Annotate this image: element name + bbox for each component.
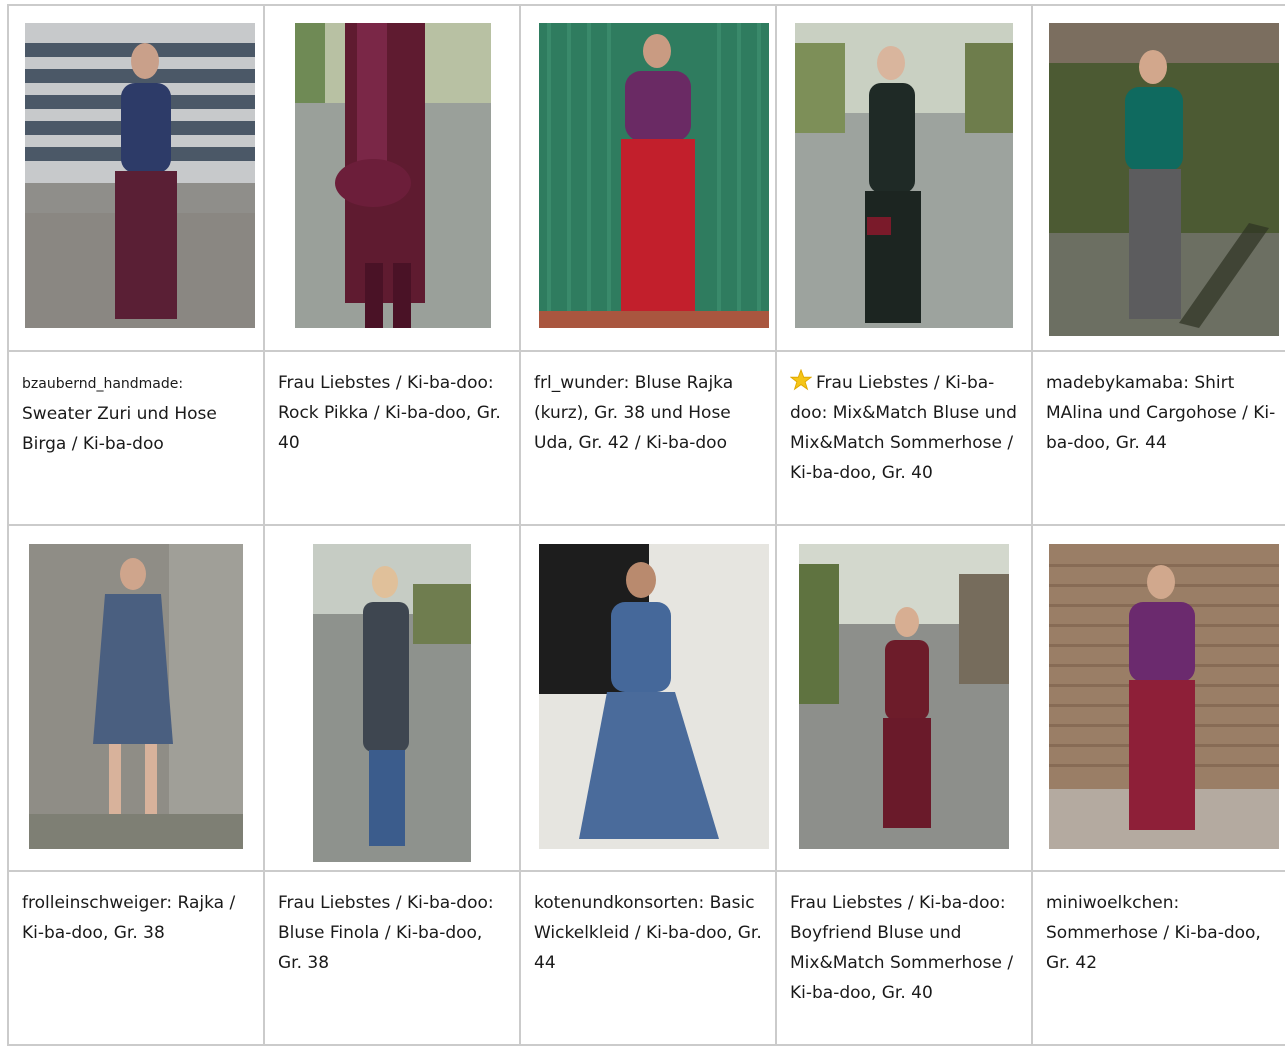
photo-image <box>539 544 769 849</box>
photo-image <box>295 23 491 328</box>
caption: Frau Liebstes / Ki-ba-doo: Bluse Finola … <box>278 893 494 973</box>
caption-row-2: frolleinschweiger: Rajka / Ki-ba-doo, Gr… <box>7 870 1285 1046</box>
caption-cell: miniwoelkchen: Sommerhose / Ki-ba-doo, G… <box>1031 870 1285 1046</box>
photo-cell <box>1031 4 1285 352</box>
caption-cell: frl_wunder: Bluse Rajka (kurz), Gr. 38 u… <box>519 350 777 526</box>
caption-cell: bzaubernd_handmade: Sweater Zuri und Hose… <box>7 350 265 526</box>
photo-row-2 <box>7 524 1285 872</box>
caption-cell: frolleinschweiger: Rajka / Ki-ba-doo, Gr… <box>7 870 265 1046</box>
photo-image <box>539 23 769 328</box>
caption-text: Sweater Zuri und Hose Birga / Ki-ba-doo <box>22 404 217 454</box>
caption: Frau Liebstes / Ki-ba-doo: Mix&Match Blu… <box>777 352 1031 488</box>
photo-cell <box>263 524 521 872</box>
outfit-photo[interactable] <box>539 23 769 328</box>
outfit-photo[interactable] <box>1049 544 1279 849</box>
caption: kotenundkonsorten: Basic Wickelkleid / K… <box>534 893 762 973</box>
caption-row-1: bzaubernd_handmade: Sweater Zuri und Hose… <box>7 350 1285 526</box>
photo-image <box>1049 544 1279 849</box>
photo-cell <box>775 524 1033 872</box>
caption-cell: Frau Liebstes / Ki-ba-doo: Bluse Finola … <box>263 870 521 1046</box>
photo-cell <box>519 524 777 872</box>
outfit-photo[interactable] <box>539 544 769 849</box>
star-icon <box>790 369 812 391</box>
photo-image <box>795 23 1013 328</box>
caption-cell: Frau Liebstes / Ki-ba-doo: Rock Pikka / … <box>263 350 521 526</box>
caption: frl_wunder: Bluse Rajka (kurz), Gr. 38 u… <box>534 373 734 453</box>
caption-cell: madebykamaba: Shirt MAlina und Cargohose… <box>1031 350 1285 526</box>
caption-cell: Frau Liebstes / Ki-ba-doo: Boyfriend Blu… <box>775 870 1033 1046</box>
photo-image <box>25 23 255 328</box>
caption: bzaubernd_handmade: Sweater Zuri und Hose… <box>9 352 263 459</box>
photo-cell <box>1031 524 1285 872</box>
photo-image <box>799 544 1009 849</box>
photo-image <box>29 544 243 849</box>
photo-cell <box>7 524 265 872</box>
photo-grid-table: bzaubernd_handmade: Sweater Zuri und Hose… <box>7 4 1285 1046</box>
photo-row-1 <box>7 4 1285 352</box>
photo-image <box>1049 23 1279 336</box>
caption: miniwoelkchen: Sommerhose / Ki-ba-doo, G… <box>1046 893 1261 973</box>
caption-text: Frau Liebstes / Ki-ba-doo: Mix&Match Blu… <box>790 373 1017 483</box>
caption: madebykamaba: Shirt MAlina und Cargohose… <box>1046 373 1276 453</box>
caption-cell: kotenundkonsorten: Basic Wickelkleid / K… <box>519 870 777 1046</box>
photo-cell <box>263 4 521 352</box>
photo-cell <box>7 4 265 352</box>
caption: Frau Liebstes / Ki-ba-doo: Rock Pikka / … <box>278 373 501 453</box>
caption: frolleinschweiger: Rajka / Ki-ba-doo, Gr… <box>22 893 236 943</box>
photo-cell <box>775 4 1033 352</box>
caption: Frau Liebstes / Ki-ba-doo: Boyfriend Blu… <box>790 893 1014 1003</box>
caption-username: bzaubernd_handmade: <box>22 376 184 392</box>
outfit-photo[interactable] <box>1049 23 1279 336</box>
outfit-photo[interactable] <box>295 23 491 328</box>
outfit-photo[interactable] <box>29 544 243 849</box>
photo-image <box>313 544 471 862</box>
photo-cell <box>519 4 777 352</box>
caption-cell: Frau Liebstes / Ki-ba-doo: Mix&Match Blu… <box>775 350 1033 526</box>
outfit-photo[interactable] <box>795 23 1013 328</box>
outfit-photo[interactable] <box>25 23 255 328</box>
outfit-photo[interactable] <box>799 544 1009 849</box>
outfit-photo[interactable] <box>313 544 471 862</box>
